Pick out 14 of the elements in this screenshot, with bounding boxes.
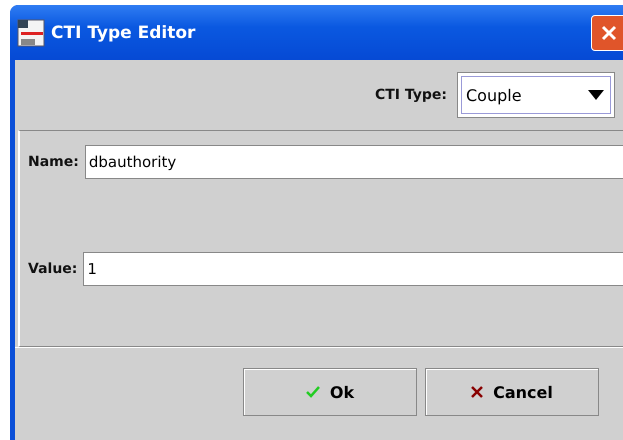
window-title: CTI Type Editor [51,22,196,42]
type-dropdown[interactable]: Couple [457,72,615,118]
field-label: Name: [28,154,79,170]
text-field[interactable]: dbauthority [84,145,623,179]
field-label: CTI Type: [374,87,447,103]
ok-button[interactable]: Ok [243,368,417,416]
cancel-button[interactable]: Cancel [425,368,599,416]
app-icon [17,18,45,46]
close-button[interactable] [591,14,623,50]
x-icon [471,386,484,398]
checkmark-icon [306,386,320,398]
field-label: Value: [28,261,78,277]
text-field[interactable]: 1 [83,252,623,286]
caret-icon [588,90,604,100]
